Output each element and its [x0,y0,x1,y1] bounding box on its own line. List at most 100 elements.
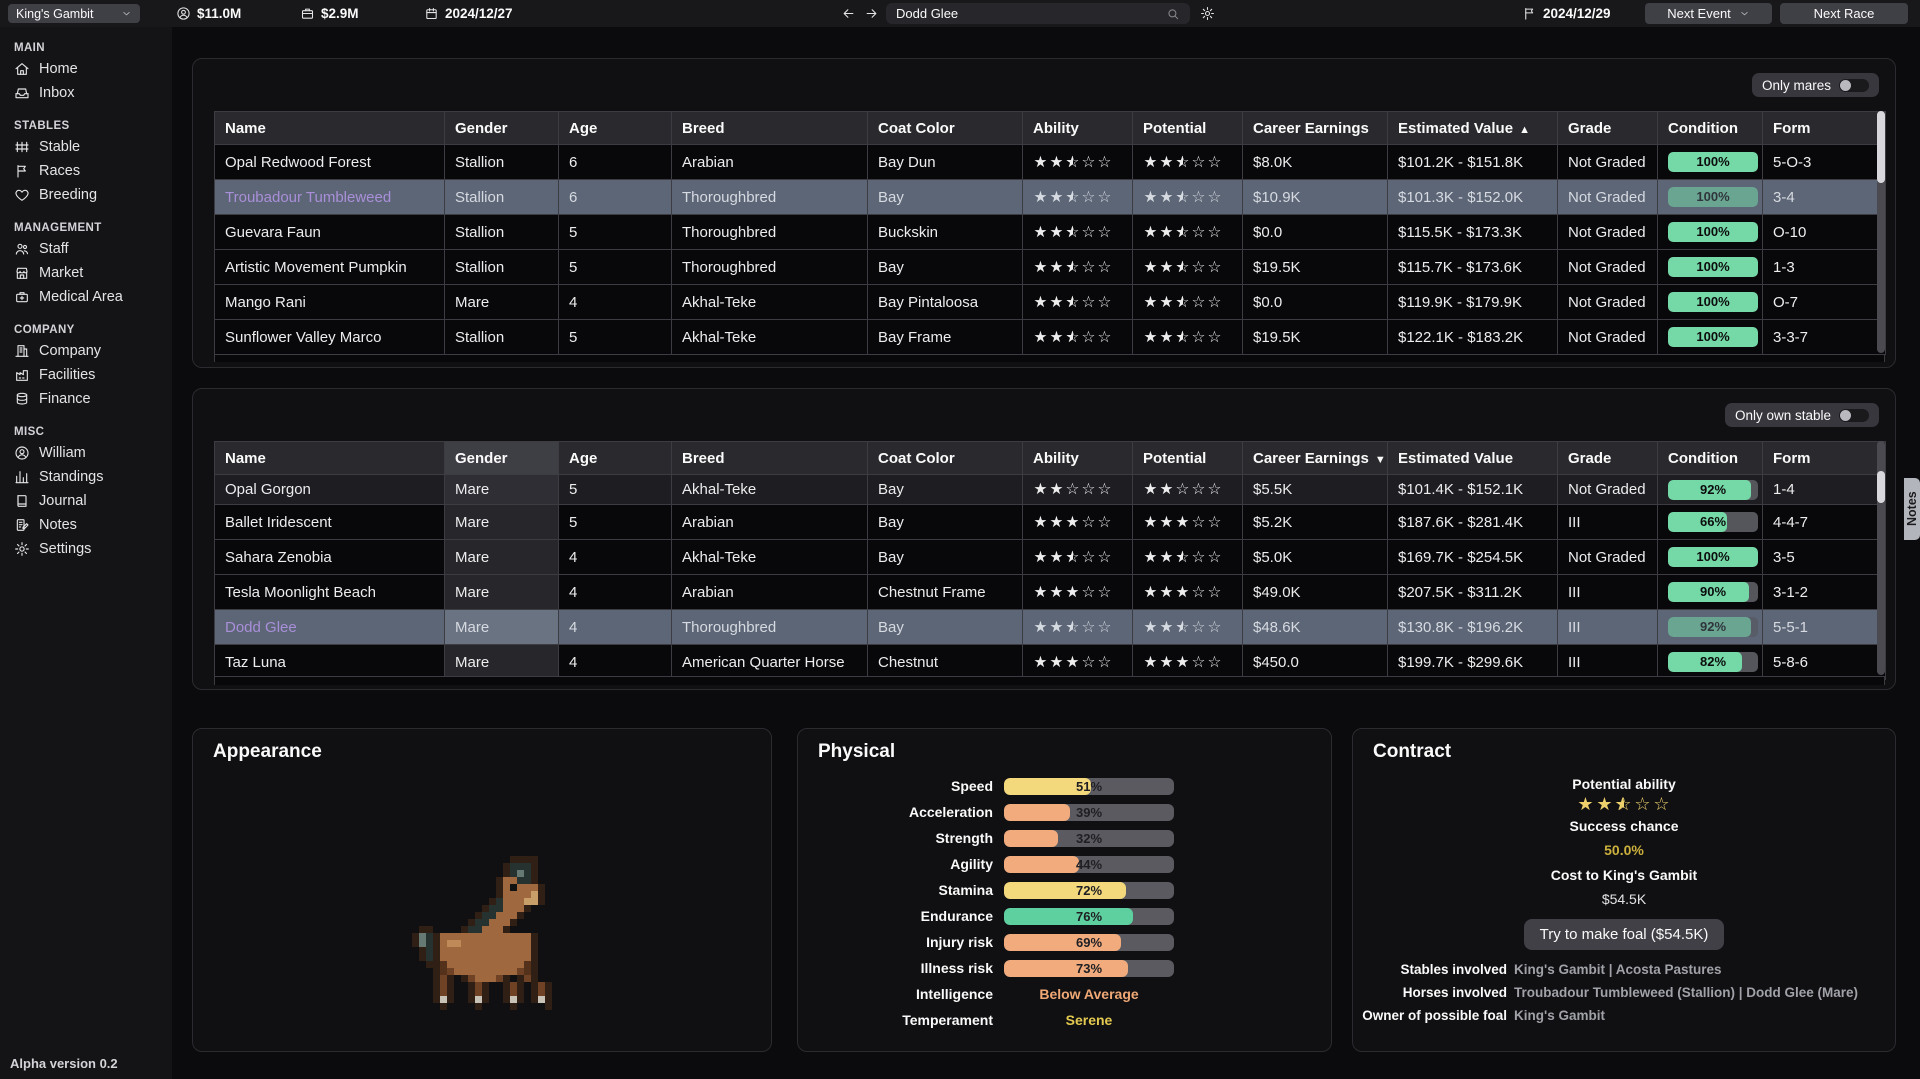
column-header-form[interactable]: Form [1763,112,1886,145]
horse-gender: Stallion [445,180,559,215]
horse-estimated-value: $115.7K - $173.6K [1388,250,1558,285]
column-header-coat-color[interactable]: Coat Color [868,112,1023,145]
toggle-switch[interactable] [1839,79,1869,92]
condition-bar: 66% [1668,512,1758,532]
scrollbar-thumb[interactable] [1877,471,1885,503]
sidebar-item-journal[interactable]: Journal [0,489,172,513]
sidebar-item-medical-area[interactable]: Medical Area [0,285,172,309]
search-box[interactable] [886,3,1190,24]
horse-row[interactable]: Dodd GleeMare4ThoroughbredBay★★☆★☆☆★★☆★☆… [215,610,1886,645]
horse-row[interactable]: Sunflower Valley MarcoStallion5Akhal-Tek… [215,320,1886,355]
notes-side-tab[interactable]: Notes [1904,478,1920,540]
column-header-estimated-value[interactable]: Estimated Value▲ [1388,112,1558,145]
horse-estimated-value: $199.7K - $299.6K [1388,645,1558,680]
stat-bar: 73% [1004,960,1174,977]
sidebar-item-company[interactable]: Company [0,339,172,363]
scrollbar[interactable] [1877,111,1885,353]
horse-row[interactable]: Opal Redwood ForestStallion6ArabianBay D… [215,145,1886,180]
column-header-ability[interactable]: Ability [1023,442,1133,475]
sidebar-item-label: Staff [39,241,69,257]
staff-icon [14,241,30,257]
sidebar-item-settings[interactable]: Settings [0,537,172,561]
next-event-button[interactable]: Next Event [1645,3,1772,24]
horse-row[interactable]: Troubadour TumbleweedStallion6Thoroughbr… [215,180,1886,215]
column-header-estimated-value[interactable]: Estimated Value [1388,442,1558,475]
column-header-condition[interactable]: Condition [1658,112,1763,145]
column-header-condition[interactable]: Condition [1658,442,1763,475]
stat-value: 39% [1004,804,1174,821]
sidebar-item-market[interactable]: Market [0,261,172,285]
horse-row[interactable]: Artistic Movement PumpkinStallion5Thorou… [215,250,1886,285]
horse-estimated-value: $207.5K - $311.2K [1388,575,1558,610]
horse-row[interactable]: Taz LunaMare4American Quarter HorseChest… [215,645,1886,680]
scrollbar-thumb[interactable] [1877,111,1885,183]
stable-select[interactable]: King's Gambit [8,4,140,23]
star-rating: ★★★☆☆ [1143,584,1223,601]
gear-icon[interactable] [1200,0,1215,27]
horse-estimated-value: $130.8K - $196.2K [1388,610,1558,645]
horse-row[interactable]: Ballet IridescentMare5ArabianBay★★★☆☆★★★… [215,505,1886,540]
horse-name: Sahara Zenobia [215,540,445,575]
mares-table-card: Only own stable NameGenderAgeBreedCoat C… [192,388,1896,690]
column-header-age[interactable]: Age [559,442,672,475]
appearance-panel: Appearance [192,728,772,1052]
sidebar-item-label: Notes [39,517,77,533]
column-header-age[interactable]: Age [559,112,672,145]
horse-row[interactable]: Sahara ZenobiaMare4Akhal-TekeBay★★☆★☆☆★★… [215,540,1886,575]
sidebar-item-stable[interactable]: Stable [0,135,172,159]
horse-career-earnings: $19.5K [1243,320,1388,355]
toggle-switch[interactable] [1839,409,1869,422]
stat-bar: 32% [1004,830,1174,847]
horse-row[interactable]: Mango RaniMare4Akhal-TekeBay Pintaloosa★… [215,285,1886,320]
column-header-grade[interactable]: Grade [1558,442,1658,475]
column-header-coat-color[interactable]: Coat Color [868,442,1023,475]
horse-breed: American Quarter Horse [672,645,868,680]
next-race-button[interactable]: Next Race [1780,3,1908,24]
column-header-ability[interactable]: Ability [1023,112,1133,145]
sidebar-item-breeding[interactable]: Breeding [0,183,172,207]
stat-label: Agility [798,856,1004,872]
column-header-form[interactable]: Form [1763,442,1886,475]
forward-arrow[interactable] [864,0,879,27]
column-header-name[interactable]: Name [215,442,445,475]
horse-estimated-value: $101.3K - $152.0K [1388,180,1558,215]
horse-row[interactable]: Guevara FaunStallion5ThoroughbredBuckski… [215,215,1886,250]
sidebar-item-staff[interactable]: Staff [0,237,172,261]
sidebar-item-standings[interactable]: Standings [0,465,172,489]
horse-ability: ★★☆★☆☆ [1023,320,1133,355]
column-header-breed[interactable]: Breed [672,112,868,145]
column-header-potential[interactable]: Potential [1133,112,1243,145]
make-foal-button[interactable]: Try to make foal ($54.5K) [1524,919,1725,950]
back-arrow[interactable] [841,0,856,27]
column-header-gender[interactable]: Gender [445,442,559,475]
horse-form: O-7 [1763,285,1886,320]
sidebar-item-william[interactable]: William [0,441,172,465]
sidebar-item-notes[interactable]: Notes [0,513,172,537]
column-header-name[interactable]: Name [215,112,445,145]
sidebar-item-home[interactable]: Home [0,57,172,81]
horse-potential: ★★☆★☆☆ [1133,215,1243,250]
horse-coat-color: Bay Frame [868,320,1023,355]
horse-row[interactable]: Opal GorgonMare5Akhal-TekeBay★★☆☆☆★★☆☆☆$… [215,475,1886,505]
search-input[interactable] [896,6,1166,21]
column-header-career-earnings[interactable]: Career Earnings [1243,112,1388,145]
column-header-grade[interactable]: Grade [1558,112,1658,145]
only-own-stable-toggle[interactable]: Only own stable [1725,403,1879,427]
only-mares-toggle[interactable]: Only mares [1752,73,1879,97]
column-header-potential[interactable]: Potential [1133,442,1243,475]
column-header-career-earnings[interactable]: Career Earnings▼ [1243,442,1388,475]
sidebar-item-facilities[interactable]: Facilities [0,363,172,387]
scrollbar[interactable] [1877,441,1885,675]
condition-bar: 100% [1668,257,1758,277]
column-header-gender[interactable]: Gender [445,112,559,145]
sidebar-item-inbox[interactable]: Inbox [0,81,172,105]
sidebar-item-races[interactable]: Races [0,159,172,183]
sidebar-item-finance[interactable]: Finance [0,387,172,411]
stat-row-acceleration: Acceleration39% [798,799,1331,825]
horse-row[interactable]: Tesla Moonlight BeachMare4ArabianChestnu… [215,575,1886,610]
horse-grade: Not Graded [1558,320,1658,355]
horse-grade: III [1558,610,1658,645]
horse-grade: III [1558,575,1658,610]
column-header-breed[interactable]: Breed [672,442,868,475]
stat-row-agility: Agility44% [798,851,1331,877]
